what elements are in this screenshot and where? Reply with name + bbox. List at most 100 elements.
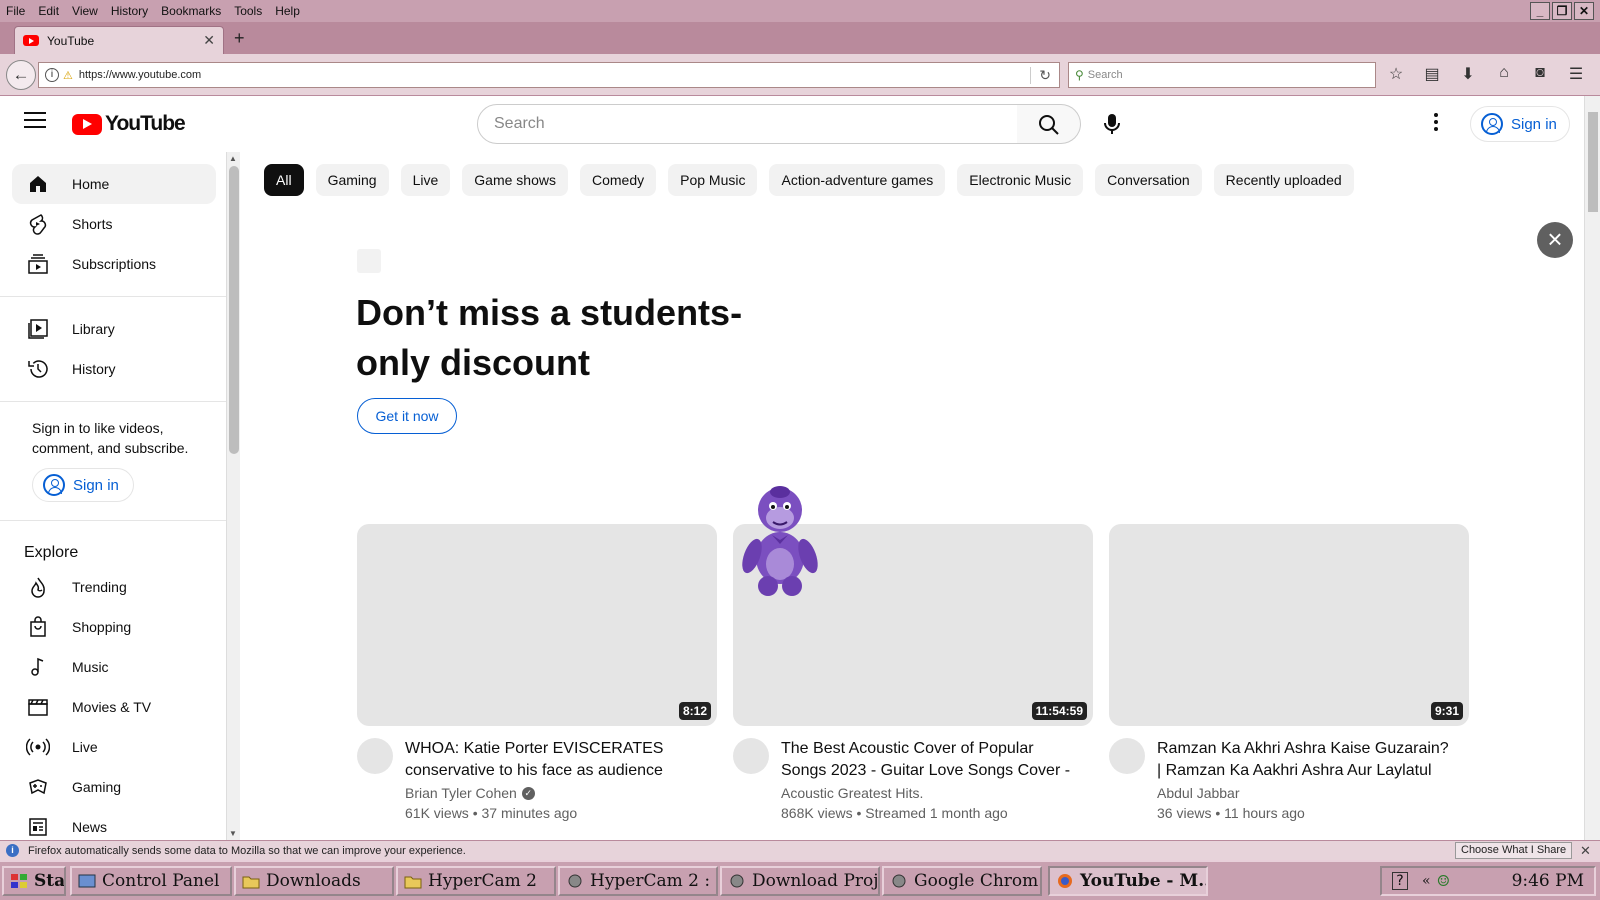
back-arrow-icon[interactable]: ← (6, 60, 36, 90)
start-button[interactable]: Start (2, 866, 66, 896)
sign-in-label: Sign in (73, 476, 119, 494)
page-scrollbar[interactable] (1584, 96, 1600, 840)
restore-button[interactable]: ❐ (1552, 2, 1572, 20)
page-scroll-thumb[interactable] (1588, 112, 1598, 212)
taskbar-download-project[interactable]: Download Proj... (720, 866, 880, 896)
sidebar-item-gaming[interactable]: Gaming (12, 767, 216, 807)
channel-name[interactable]: Acoustic Greatest Hits. (781, 785, 923, 801)
chip-conversation[interactable]: Conversation (1095, 164, 1202, 196)
close-tab-icon[interactable]: ✕ (203, 32, 215, 49)
chip-recently-uploaded[interactable]: Recently uploaded (1213, 164, 1354, 196)
home-page-icon[interactable]: ⌂ (1494, 64, 1514, 84)
get-it-now-button[interactable]: Get it now (357, 398, 457, 434)
sidebar-item-trending[interactable]: Trending (12, 567, 216, 607)
menu-file[interactable]: File (6, 4, 25, 18)
sidebar-item-shopping[interactable]: Shopping (12, 607, 216, 647)
youtube-play-icon (72, 113, 102, 135)
search-button[interactable] (1017, 104, 1081, 144)
video-card[interactable]: 9:31 Ramzan Ka Akhri Ashra Kaise Guzarai… (1109, 524, 1469, 838)
menu-help[interactable]: Help (275, 4, 300, 18)
sidebar-item-label: Shorts (72, 216, 113, 232)
hamburger-menu-icon[interactable] (24, 112, 46, 130)
bookmark-star-icon[interactable]: ☆ (1386, 64, 1406, 84)
sign-in-button[interactable]: Sign in (1470, 106, 1570, 142)
search-placeholder: Search (494, 115, 545, 132)
channel-name[interactable]: Brian Tyler Cohen (405, 785, 517, 801)
channel-avatar[interactable] (733, 738, 769, 774)
taskbar-hypercam-folder[interactable]: HyperCam 2 (396, 866, 556, 896)
taskbar-google-chrome[interactable]: Google Chrom... (882, 866, 1042, 896)
video-thumbnail[interactable]: 9:31 (1109, 524, 1469, 726)
sidebar-scrollbar[interactable]: ▲ ▼ (226, 152, 240, 840)
url-bar[interactable]: i ⚠ https://www.youtube.com ↻ (38, 62, 1060, 88)
video-stats: 36 views • 11 hours ago (1157, 805, 1305, 821)
taskbar-youtube-firefox[interactable]: YouTube - M... (1048, 866, 1208, 896)
video-stats: 61K views • 37 minutes ago (405, 805, 578, 821)
menu-history[interactable]: History (111, 4, 148, 18)
scroll-up-icon[interactable]: ▲ (229, 154, 237, 163)
close-promo-icon[interactable]: × (1537, 222, 1573, 258)
sidebar-item-history[interactable]: History (12, 349, 216, 389)
chip-electronic-music[interactable]: Electronic Music (957, 164, 1084, 196)
video-title[interactable]: Ramzan Ka Akhri Ashra Kaise Guzarain? | … (1157, 738, 1457, 782)
taskbar-hypercam-app[interactable]: HyperCam 2 : ... (558, 866, 718, 896)
scroll-down-icon[interactable]: ▼ (229, 829, 237, 838)
menu-view[interactable]: View (72, 4, 98, 18)
chip-action-adventure[interactable]: Action-adventure games (769, 164, 946, 196)
chip-game-shows[interactable]: Game shows (462, 164, 568, 196)
video-card[interactable]: 8:12 WHOA: Katie Porter EVISCERATES cons… (357, 524, 717, 838)
chip-live[interactable]: Live (400, 164, 451, 196)
reading-list-icon[interactable]: ▤ (1422, 64, 1442, 84)
promo-title: Don’t miss a students-only discount (356, 292, 743, 383)
reload-icon[interactable]: ↻ (1030, 66, 1051, 84)
download-arrow-icon[interactable]: ⬇ (1458, 64, 1478, 84)
menu-bookmarks[interactable]: Bookmarks (161, 4, 221, 18)
purple-gorilla-assistant-icon[interactable] (738, 480, 822, 598)
channel-name[interactable]: Abdul Jabbar (1157, 785, 1240, 801)
chip-comedy[interactable]: Comedy (579, 164, 657, 196)
chip-pop-music[interactable]: Pop Music (668, 164, 758, 196)
live-icon (26, 735, 50, 759)
minimize-button[interactable]: _ (1530, 2, 1550, 20)
tray-assistant-icon[interactable]: ☺ (1437, 872, 1450, 890)
sidebar-item-live[interactable]: Live (12, 727, 216, 767)
sidebar-item-movies[interactable]: Movies & TV (12, 687, 216, 727)
help-icon[interactable]: ? (1392, 872, 1408, 890)
browser-menu-icon[interactable]: ☰ (1566, 64, 1586, 84)
channel-avatar[interactable] (357, 738, 393, 774)
video-title[interactable]: WHOA: Katie Porter EVISCERATES conservat… (405, 738, 705, 782)
close-notification-icon[interactable]: ✕ (1580, 843, 1591, 859)
sidebar: Home Shorts Subscriptions Library Histor… (0, 152, 226, 840)
channel-avatar[interactable] (1109, 738, 1145, 774)
microphone-icon[interactable] (1098, 110, 1126, 138)
close-window-button[interactable]: ✕ (1574, 2, 1594, 20)
choose-what-i-share-button[interactable]: Choose What I Share (1455, 842, 1573, 859)
sidebar-scroll-thumb[interactable] (229, 166, 239, 454)
taskbar-control-panel[interactable]: Control Panel (70, 866, 232, 896)
video-title[interactable]: The Best Acoustic Cover of Popular Songs… (781, 738, 1081, 782)
search-input[interactable]: Search (477, 104, 1018, 144)
new-tab-icon[interactable]: + (234, 28, 245, 49)
pocket-icon[interactable]: ◙ (1530, 64, 1550, 84)
sign-in-label: Sign in (1511, 115, 1557, 133)
sidebar-item-shorts[interactable]: Shorts (12, 204, 216, 244)
tab-youtube[interactable]: YouTube ✕ (14, 26, 224, 54)
youtube-logo[interactable]: YouTube (72, 112, 186, 136)
taskbar-downloads[interactable]: Downloads (234, 866, 394, 896)
sidebar-item-home[interactable]: Home (12, 164, 216, 204)
menu-edit[interactable]: Edit (38, 4, 59, 18)
video-thumbnail[interactable]: 8:12 (357, 524, 717, 726)
sidebar-item-library[interactable]: Library (12, 309, 216, 349)
sidebar-sign-in-button[interactable]: Sign in (32, 468, 134, 502)
warning-lock-icon[interactable]: ⚠ (63, 69, 73, 82)
menu-tools[interactable]: Tools (234, 4, 262, 18)
sidebar-item-subscriptions[interactable]: Subscriptions (12, 244, 216, 284)
chip-all[interactable]: All (264, 164, 304, 196)
browser-search-field[interactable]: ⚲ Search (1068, 62, 1376, 88)
chip-gaming[interactable]: Gaming (315, 164, 389, 196)
info-icon[interactable]: i (45, 68, 59, 82)
sidebar-item-news[interactable]: News (12, 807, 216, 840)
tray-expand-icon[interactable]: « (1422, 873, 1431, 889)
more-options-icon[interactable] (1430, 110, 1442, 134)
sidebar-item-music[interactable]: Music (12, 647, 216, 687)
